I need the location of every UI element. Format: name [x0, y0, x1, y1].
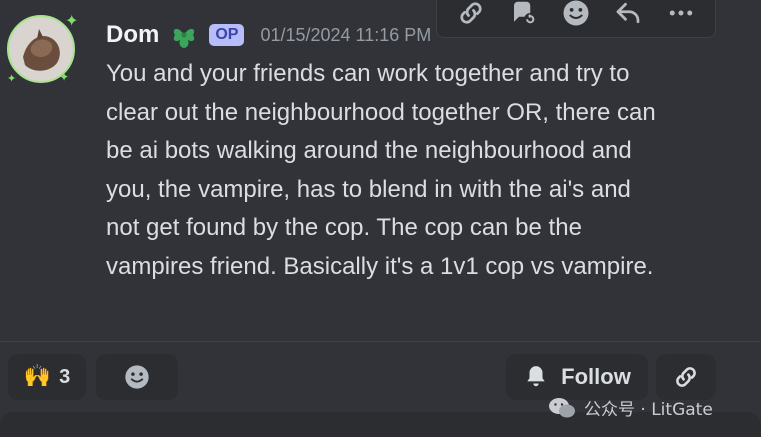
avatar-wrapper[interactable]: ✦ ✦ ✦	[7, 11, 80, 88]
thread-icon	[513, 1, 537, 26]
more-options-button[interactable]	[663, 0, 699, 31]
follow-button[interactable]: Follow	[506, 354, 648, 400]
wechat-icon	[549, 397, 575, 417]
copy-link-button[interactable]	[453, 0, 489, 31]
username[interactable]: Dom	[106, 21, 159, 49]
sparkle-icon: ✦	[7, 72, 17, 85]
role-icon[interactable]	[169, 21, 199, 49]
link-icon	[460, 2, 482, 24]
emoji-icon	[563, 0, 589, 26]
message-content: You and your friends can work together a…	[106, 60, 656, 280]
create-thread-button[interactable]	[506, 0, 542, 31]
reaction-button[interactable]: 🙌 3	[8, 354, 86, 400]
message: ✦ ✦ ✦ Dom OP 01/15/2024 11:16 PM You and…	[0, 0, 761, 340]
message-header: Dom OP 01/15/2024 11:16 PM	[106, 19, 431, 51]
reply-icon	[616, 2, 640, 24]
watermark-text: 公众号 · LitGate	[584, 400, 713, 420]
add-reaction-toolbar-button[interactable]	[558, 0, 594, 31]
sparkle-icon: ✦	[59, 70, 70, 84]
watermark: 公众号 · LitGate	[548, 395, 713, 420]
emoji-icon	[125, 365, 149, 389]
raised-hands-emoji: 🙌	[23, 364, 52, 389]
add-reaction-button[interactable]	[96, 354, 178, 400]
timestamp[interactable]: 01/15/2024 11:16 PM	[260, 25, 431, 46]
reply-button[interactable]	[610, 0, 646, 31]
follow-label: Follow	[561, 364, 631, 389]
bell-icon	[527, 366, 545, 387]
sparkle-icon: ✦	[65, 11, 79, 30]
message-toolbar	[436, 0, 716, 38]
reaction-count: 3	[59, 365, 71, 388]
more-icon	[669, 10, 692, 16]
op-badge: OP	[209, 24, 245, 46]
link-icon	[676, 367, 696, 387]
copy-link-footer-button[interactable]	[656, 354, 716, 400]
